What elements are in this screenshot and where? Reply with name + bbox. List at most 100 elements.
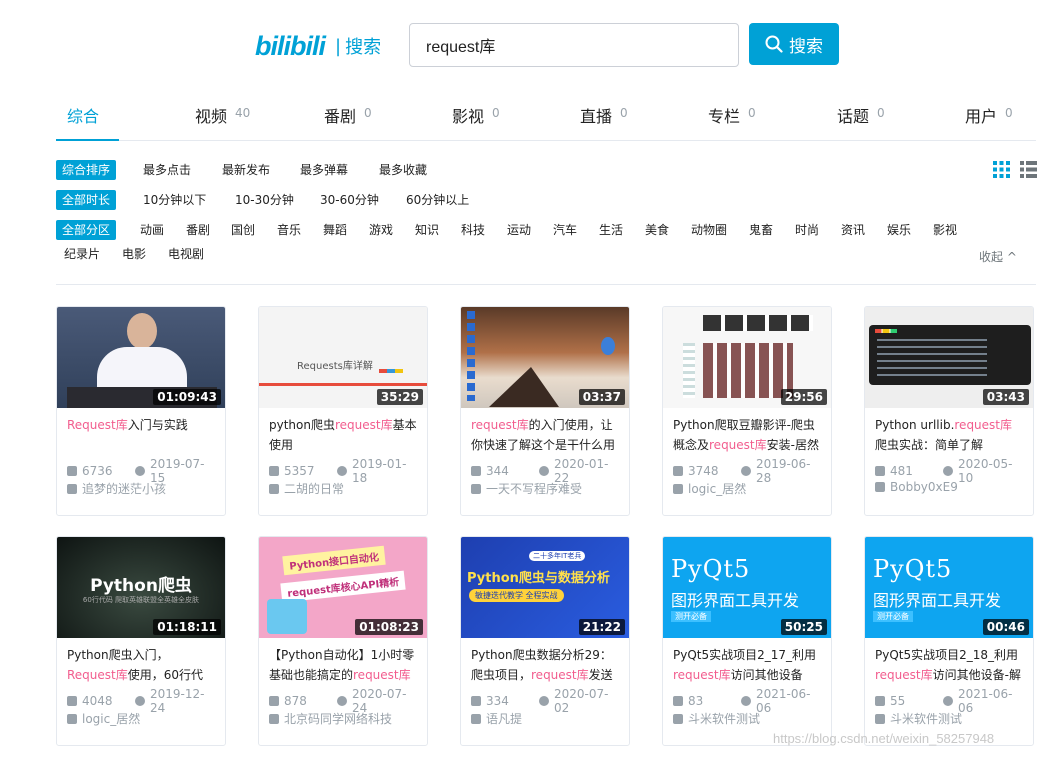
play-count: 5357	[284, 464, 315, 478]
category-filters-item[interactable]: 科技	[461, 220, 485, 240]
title-text: 爬虫实战：简单了解urlopen()	[875, 438, 984, 452]
video-title[interactable]: Python urllib.request库爬虫实战：简单了解urlopen()	[865, 408, 1033, 456]
clock-icon	[336, 466, 347, 476]
category-filters-item[interactable]: 番剧	[186, 220, 210, 240]
category-filters-item[interactable]: 国创	[231, 220, 255, 240]
play-count: 3748	[688, 464, 719, 478]
video-card[interactable]: 二十多年IT老兵 Python爬虫与数据分析 敏捷迭代教学 全程实战 21:22 Pyt…	[460, 536, 630, 746]
tab-6[interactable]: 话题 0	[837, 95, 885, 141]
title-keyword: request库	[954, 418, 1013, 432]
sort-filters-item[interactable]: 最多点击	[143, 160, 191, 180]
video-thumbnail[interactable]: Requests库详解 35:29	[259, 307, 427, 408]
tab-2[interactable]: 番剧 0	[324, 95, 372, 141]
search-input-box[interactable]	[409, 23, 739, 67]
video-card[interactable]: Requests库详解 35:29 python爬虫request库基本使用 5357…	[258, 306, 428, 516]
video-thumbnail[interactable]: Python爬虫 60行代码 爬取英雄联盟全英雄全皮肤 01:18:11	[57, 537, 225, 638]
category-filters-item[interactable]: 运动	[507, 220, 531, 240]
sort-filters-item[interactable]: 最新发布	[222, 160, 270, 180]
video-meta: 334 2020-07-02	[461, 686, 629, 715]
category-filters-item[interactable]: 电影	[122, 244, 146, 264]
category-filters-item[interactable]: 动物圈	[691, 220, 727, 240]
tab-3[interactable]: 影视 0	[452, 95, 500, 141]
duration-filters-item[interactable]: 10-30分钟	[235, 190, 294, 210]
tab-4[interactable]: 直播 0	[580, 95, 628, 141]
video-thumbnail[interactable]: 二十多年IT老兵 Python爬虫与数据分析 敏捷迭代教学 全程实战 21:22	[461, 537, 629, 638]
video-card[interactable]: Python爬虫 60行代码 爬取英雄联盟全英雄全皮肤 01:18:11 Python…	[56, 536, 226, 746]
uploader-name: 北京码同学网络科技	[284, 712, 393, 726]
uploader-name: 追梦的迷茫小孩	[82, 482, 167, 496]
thumb-tag: 二十多年IT老兵	[529, 551, 586, 561]
category-filters-item[interactable]: 资讯	[841, 220, 865, 240]
play-count: 6736	[82, 464, 113, 478]
play-count-icon	[673, 696, 683, 706]
category-filters-item[interactable]: 知识	[415, 220, 439, 240]
category-filters-item[interactable]: 音乐	[277, 220, 301, 240]
search-button[interactable]: 搜索	[749, 23, 839, 65]
video-title[interactable]: PyQt5实战项目2_17_利用 request库访问其他设备	[663, 638, 831, 686]
collapse-button[interactable]: 收起 ^	[979, 248, 1017, 265]
video-title[interactable]: Python爬虫入门，Request库使用，60行代码爬取英雄	[57, 638, 225, 686]
tab-0[interactable]: 综合	[56, 95, 120, 141]
video-thumbnail[interactable]: 03:37	[461, 307, 629, 408]
category-filters-item[interactable]: 生活	[599, 220, 623, 240]
video-thumbnail[interactable]: 01:09:43	[57, 307, 225, 408]
title-keyword: request库	[673, 668, 731, 682]
upload-date: 2020-05-10	[957, 457, 1013, 485]
tab-1[interactable]: 视频 40	[195, 95, 250, 141]
category-filters-item[interactable]: 娱乐	[887, 220, 911, 240]
video-thumbnail[interactable]: 29:56	[663, 307, 831, 408]
video-title[interactable]: PyQt5实战项目2_18_利用 request库访问其他设备-解	[865, 638, 1033, 686]
video-card[interactable]: 29:56 Python爬取豆瓣影评-爬虫概念及request库安装-居然 3748…	[662, 306, 832, 516]
video-card[interactable]: 01:09:43 Request库入门与实践 6736 2019-07-15 追梦的迷茫…	[56, 306, 226, 516]
title-keyword: request库	[471, 418, 529, 432]
category-filters-item[interactable]: 汽车	[553, 220, 577, 240]
video-card[interactable]: PyQt5 图形界面工具开发 测开必备 50:25 PyQt5实战项目2_17_利用re…	[662, 536, 832, 746]
video-title[interactable]: Python爬虫数据分析29：爬虫项目，request库发送http	[461, 638, 629, 686]
uploader-icon	[471, 483, 481, 494]
video-thumbnail[interactable]: PyQt5 图形界面工具开发 测开必备 00:46	[865, 537, 1033, 638]
category-filters-item[interactable]: 美食	[645, 220, 669, 240]
video-card[interactable]: PyQt5 图形界面工具开发 测开必备 00:46 PyQt5实战项目2_18_利用re…	[864, 536, 1034, 746]
title-text: python爬虫	[269, 418, 335, 432]
sort-filters-item[interactable]: 最多收藏	[379, 160, 427, 180]
thumb-caption: Python爬虫与数据分析	[467, 571, 610, 586]
category-filters-item[interactable]: 全部分区	[56, 220, 117, 240]
video-card[interactable]: Python接口自动化 request库核心API精析 01:08:23 【Pytho…	[258, 536, 428, 746]
video-title[interactable]: Request库入门与实践	[57, 408, 225, 456]
video-thumbnail[interactable]: 03:43	[865, 307, 1033, 408]
category-filters-item[interactable]: 鬼畜	[749, 220, 773, 240]
video-title[interactable]: python爬虫request库基本使用	[259, 408, 427, 456]
category-filters-item[interactable]: 纪录片	[64, 244, 100, 264]
tab-label: 专栏	[708, 107, 741, 126]
duration-filters-item[interactable]: 全部时长	[56, 190, 117, 210]
grid-view-icon[interactable]	[993, 161, 1010, 178]
video-title[interactable]: Python爬取豆瓣影评-爬虫概念及request库安装-居然	[663, 408, 831, 456]
category-filters-item[interactable]: 影视	[933, 220, 957, 240]
category-filters-item[interactable]: 舞蹈	[323, 220, 347, 240]
bilibili-logo[interactable]: bilibili | 搜索	[255, 30, 381, 62]
category-filters-item[interactable]: 电视剧	[168, 244, 204, 264]
category-filters-item[interactable]: 游戏	[369, 220, 393, 240]
title-keyword: request库	[875, 668, 933, 682]
video-thumbnail[interactable]: Python接口自动化 request库核心API精析 01:08:23	[259, 537, 427, 638]
video-thumbnail[interactable]: PyQt5 图形界面工具开发 测开必备 50:25	[663, 537, 831, 638]
sort-filters-item[interactable]: 最多弹幕	[300, 160, 348, 180]
search-input[interactable]	[410, 24, 738, 66]
title-keyword: Request库	[67, 668, 128, 682]
category-filters-item[interactable]: 动画	[140, 220, 164, 240]
tab-7[interactable]: 用户 0	[965, 95, 1013, 141]
thumb-caption: PyQt5	[873, 555, 953, 583]
duration-filters-item[interactable]: 60分钟以上	[406, 190, 469, 210]
video-title[interactable]: request库的入门使用，让你快速了解这个是干什么用	[461, 408, 629, 456]
category-filters-item[interactable]: 时尚	[795, 220, 819, 240]
video-card[interactable]: 03:43 Python urllib.request库爬虫实战：简单了解urlo…	[864, 306, 1034, 516]
video-meta: 55 2021-06-06	[865, 686, 1033, 715]
duration-filters-item[interactable]: 30-60分钟	[320, 190, 379, 210]
sort-filters-item[interactable]: 综合排序	[56, 160, 117, 180]
video-card[interactable]: 03:37 request库的入门使用，让你快速了解这个是干什么用 344 2020-…	[460, 306, 630, 516]
list-view-icon[interactable]	[1020, 161, 1037, 178]
video-title[interactable]: 【Python自动化】1小时零基础也能搞定的request库	[259, 638, 427, 686]
tab-5[interactable]: 专栏 0	[708, 95, 756, 141]
play-count-icon	[471, 696, 481, 706]
duration-filters-item[interactable]: 10分钟以下	[143, 190, 206, 210]
